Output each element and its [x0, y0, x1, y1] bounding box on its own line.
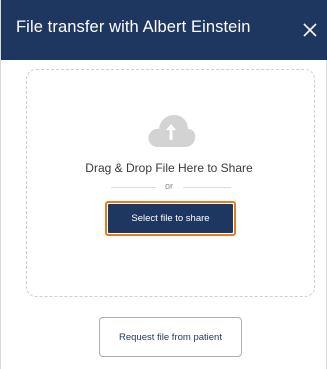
separator-line-right	[183, 187, 231, 188]
close-icon[interactable]	[298, 18, 322, 42]
select-file-focus-ring: Select file to share	[105, 201, 236, 236]
drop-instruction-label: Drag & Drop File Here to Share	[85, 161, 253, 175]
cloud-upload-icon	[145, 111, 197, 151]
select-file-button[interactable]: Select file to share	[108, 204, 233, 233]
dialog-title: File transfer with Albert Einstein	[16, 18, 251, 36]
separator-text: or	[165, 181, 174, 191]
or-separator: or	[111, 181, 231, 193]
file-transfer-dialog: File transfer with Albert Einstein Drag …	[0, 0, 327, 369]
dialog-header: File transfer with Albert Einstein	[1, 0, 327, 60]
separator-line-left	[111, 187, 156, 188]
request-file-button[interactable]: Request file from patient	[99, 317, 242, 357]
